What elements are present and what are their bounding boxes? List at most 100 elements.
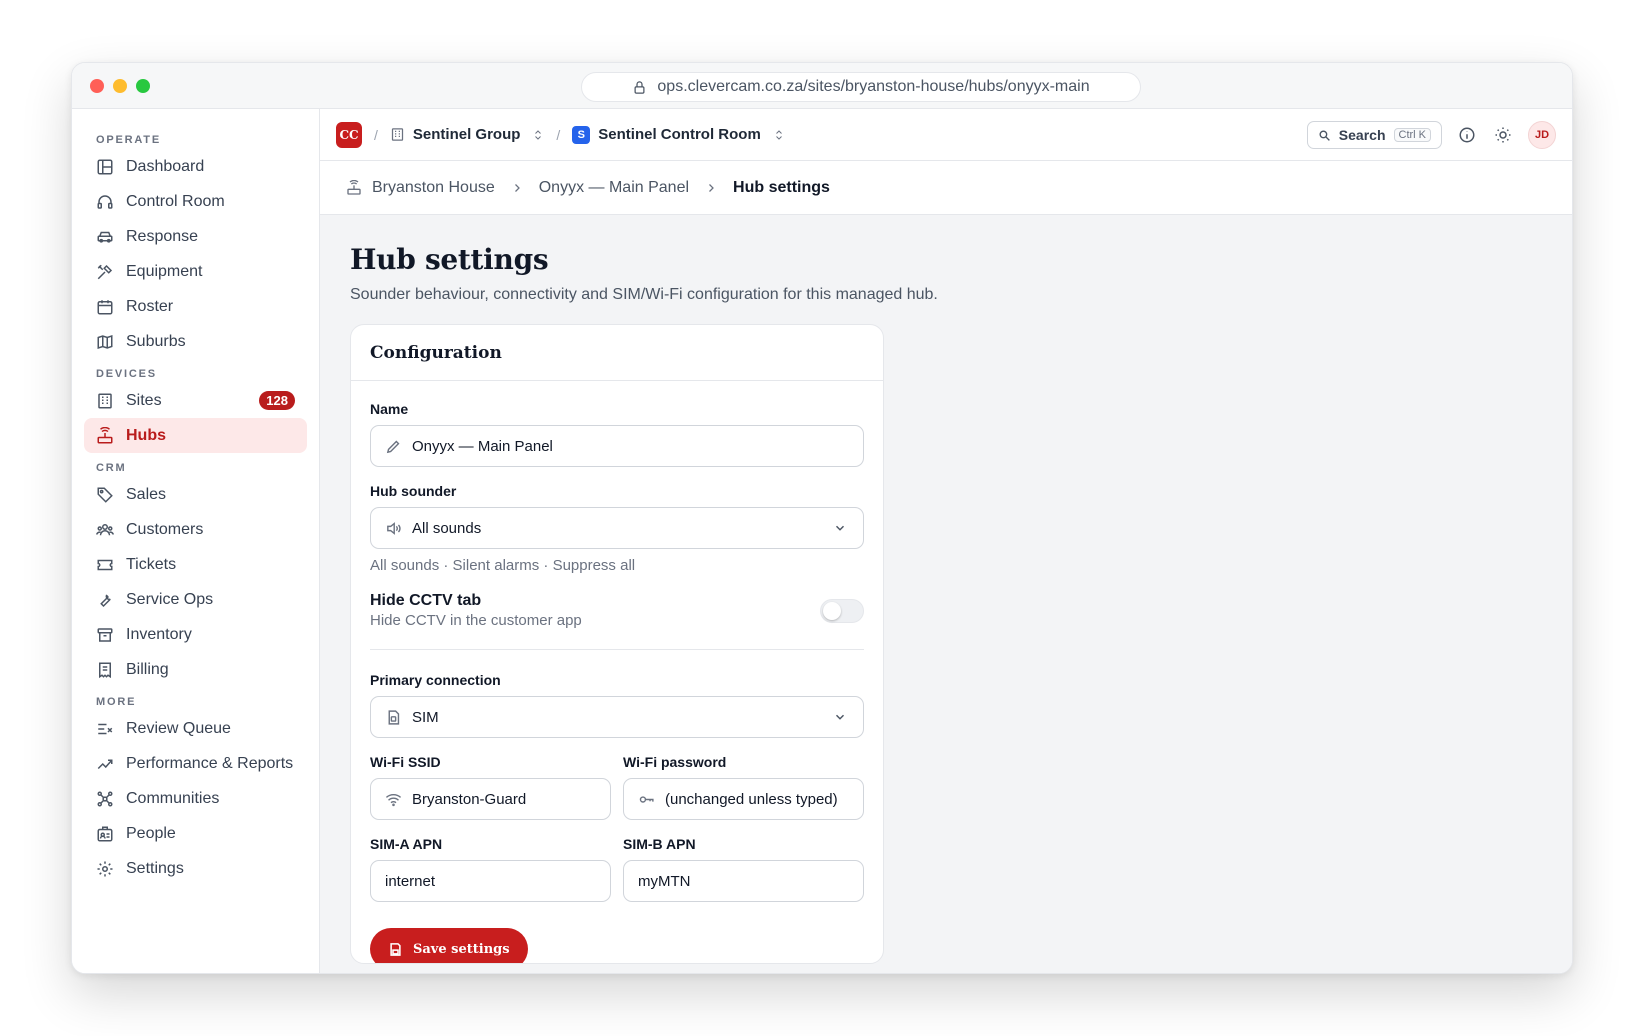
- breadcrumb-hub-link[interactable]: Onyyx — Main Panel: [539, 179, 689, 197]
- receipt-icon: [99, 662, 111, 678]
- url-text: ops.clevercam.co.za/sites/bryanston-hous…: [657, 78, 1090, 95]
- workspace-switcher[interactable]: S Sentinel Control Room: [572, 125, 785, 144]
- toggle-knob: [823, 601, 841, 620]
- sidebar-item-hubs[interactable]: Hubs: [84, 418, 307, 453]
- user-avatar[interactable]: JD: [1528, 121, 1556, 149]
- address-bar[interactable]: ops.clevercam.co.za/sites/bryanston-hous…: [581, 72, 1141, 102]
- card-body: Name Onyyx — Main Panel Hub sounder All …: [351, 381, 883, 963]
- sidebar-item-review-queue[interactable]: Review Queue: [84, 711, 307, 746]
- sidebar-item-label: Response: [126, 227, 199, 245]
- gear-icon: [97, 861, 113, 876]
- save-settings-button[interactable]: Save settings: [370, 928, 528, 963]
- chevrons-up-down-icon: [535, 129, 542, 140]
- breadcrumb-separator: /: [374, 126, 378, 143]
- breadcrumb-separator: /: [556, 126, 561, 143]
- hide-cctv-title: Hide CCTV tab: [370, 592, 482, 609]
- sidebar-item-sites[interactable]: Sites 128: [84, 383, 307, 418]
- hide-cctv-toggle[interactable]: [820, 598, 864, 623]
- wifi-password-label: Wi-Fi password: [623, 754, 727, 770]
- chevron-right-icon: [514, 183, 520, 192]
- sidebar-item-roster[interactable]: Roster: [84, 289, 307, 324]
- minimize-window-button[interactable]: [113, 79, 127, 93]
- ssid-label: Wi-Fi SSID: [370, 754, 441, 770]
- section-crm: CRM: [96, 462, 127, 474]
- sidebar-item-label: Suburbs: [126, 332, 186, 350]
- connection-select[interactable]: SIM: [370, 696, 864, 738]
- search-button[interactable]: Search Ctrl K: [1306, 121, 1442, 149]
- sidebar-item-label: People: [126, 824, 176, 842]
- chevron-down-icon: [835, 525, 845, 531]
- section-more: MORE: [96, 696, 137, 708]
- sidebar-item-sales[interactable]: Sales: [84, 477, 307, 512]
- name-label: Name: [370, 401, 409, 417]
- sidebar-item-service-ops[interactable]: Service Ops: [84, 582, 307, 617]
- sidebar: OPERATE Dashboard Control Room Response …: [72, 109, 320, 973]
- sidebar-item-inventory[interactable]: Inventory: [84, 617, 307, 652]
- maximize-window-button[interactable]: [136, 79, 150, 93]
- sidebar-item-billing[interactable]: Billing: [84, 652, 307, 687]
- sim-card-icon: [388, 709, 400, 725]
- sidebar-item-label: Sales: [126, 485, 167, 503]
- sidebar-item-equipment[interactable]: Equipment: [84, 254, 307, 289]
- tools-icon: [97, 264, 113, 279]
- sidebar-item-label: Customers: [126, 520, 204, 538]
- ticket-icon: [97, 559, 113, 570]
- page-content: Hub settings Sounder behaviour, connecti…: [320, 215, 1572, 973]
- sidebar-item-tickets[interactable]: Tickets: [84, 547, 307, 582]
- hide-cctv-row: Hide CCTV tab Hide CCTV in the customer …: [370, 592, 864, 629]
- wifi-row: Wi-Fi SSID Bryanston-Guard Wi-Fi passwor…: [370, 754, 864, 820]
- section-operate: OPERATE: [96, 134, 161, 146]
- ssid-field[interactable]: Bryanston-Guard: [370, 778, 611, 820]
- building-icon: [391, 128, 404, 141]
- map-icon: [97, 334, 113, 349]
- sidebar-item-label: Performance & Reports: [126, 754, 294, 772]
- chevrons-up-down-icon: [775, 129, 782, 140]
- car-icon: [97, 231, 113, 243]
- sidebar-item-settings[interactable]: Settings: [84, 851, 307, 886]
- sim-b-apn-field[interactable]: myMTN: [623, 860, 864, 902]
- top-right-actions: Search Ctrl K JD: [1306, 109, 1556, 161]
- sidebar-item-communities[interactable]: Communities: [84, 781, 307, 816]
- key-icon: [639, 795, 654, 803]
- theme-toggle-button[interactable]: [1492, 124, 1514, 146]
- info-icon: [1459, 127, 1475, 143]
- sidebar-item-control-room[interactable]: Control Room: [84, 184, 307, 219]
- chevron-right-icon: [709, 183, 714, 192]
- breadcrumb-site-link[interactable]: Bryanston House: [372, 179, 495, 197]
- sim-a-apn-label: SIM-A APN: [370, 836, 443, 852]
- close-window-button[interactable]: [90, 79, 104, 93]
- name-field[interactable]: Onyyx — Main Panel: [370, 425, 864, 467]
- sim-a-apn-field[interactable]: internet: [370, 860, 611, 902]
- sim-b-apn-label: SIM-B APN: [623, 836, 696, 852]
- speaker-icon: [387, 521, 401, 535]
- sidebar-item-suburbs[interactable]: Suburbs: [84, 324, 307, 359]
- wifi-password-field[interactable]: (unchanged unless typed): [623, 778, 864, 820]
- sidebar-item-people[interactable]: People: [84, 816, 307, 851]
- info-button[interactable]: [1456, 124, 1478, 146]
- sidebar-item-label: Sites: [126, 391, 162, 409]
- hide-cctv-description: Hide CCTV in the customer app: [370, 612, 582, 629]
- sidebar-item-performance-reports[interactable]: Performance & Reports: [84, 746, 307, 781]
- trend-icon: [97, 759, 113, 769]
- sounder-select[interactable]: All sounds: [370, 507, 864, 549]
- apn-row: SIM-A APN internet SIM-B APN myMTN: [370, 836, 864, 902]
- sounder-value: All sounds: [412, 519, 482, 537]
- sidebar-item-label: Inventory: [126, 625, 192, 643]
- sidebar-item-response[interactable]: Response: [84, 219, 307, 254]
- top-bar: CC / Sentinel Group / S Sentinel Control…: [320, 109, 1572, 161]
- brand-logo[interactable]: CC: [336, 121, 362, 148]
- pencil-icon: [386, 440, 400, 453]
- sidebar-item-label: Control Room: [126, 192, 225, 210]
- sidebar-item-label: Dashboard: [126, 157, 205, 175]
- sidebar-item-label: Billing: [126, 660, 169, 678]
- sidebar-item-dashboard[interactable]: Dashboard: [84, 149, 307, 184]
- search-shortcut: Ctrl K: [1393, 128, 1431, 142]
- save-settings-label: Save settings: [413, 941, 510, 957]
- connection-label: Primary connection: [370, 672, 501, 688]
- headset-icon: [97, 194, 113, 209]
- sidebar-item-customers[interactable]: Customers: [84, 512, 307, 547]
- org-switcher[interactable]: Sentinel Group: [390, 126, 545, 143]
- org-name: Sentinel Group: [412, 126, 521, 143]
- connection-value: SIM: [412, 708, 439, 726]
- sidebar-item-label: Tickets: [126, 555, 177, 573]
